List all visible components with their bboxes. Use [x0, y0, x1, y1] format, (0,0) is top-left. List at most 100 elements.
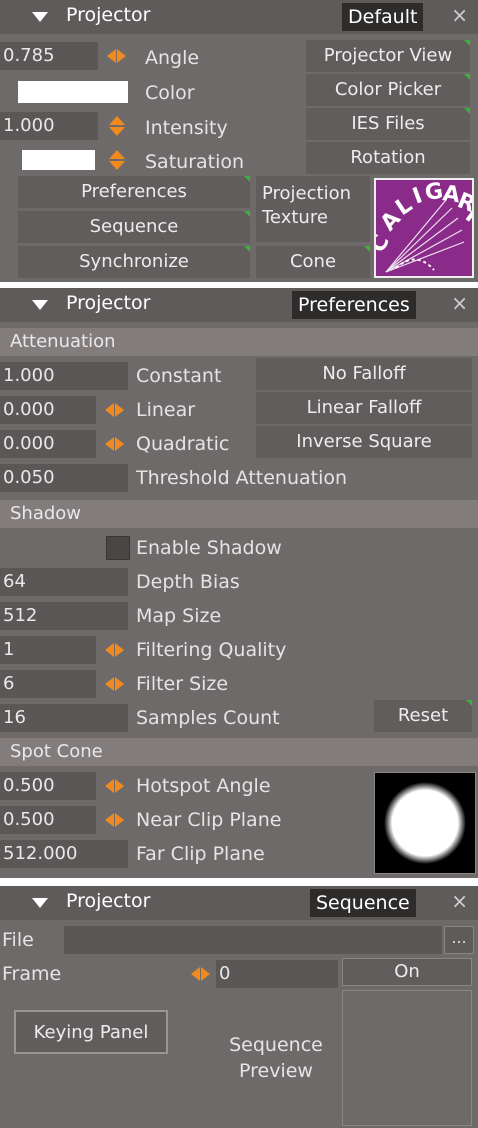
sequence-button[interactable]: Sequence	[18, 211, 250, 243]
file-path-field[interactable]	[64, 926, 442, 954]
cone-button[interactable]: Cone	[256, 246, 370, 278]
preferences-button[interactable]: Preferences	[18, 176, 250, 208]
keying-panel-label: Keying Panel	[33, 1022, 149, 1043]
ies-files-button[interactable]: IES Files	[306, 108, 470, 140]
rotation-label: Rotation	[350, 147, 426, 168]
reset-button[interactable]: Reset	[374, 700, 472, 732]
rotation-button[interactable]: Rotation	[306, 142, 470, 174]
far-clip-plane-field[interactable]: 512.000	[0, 840, 128, 868]
corner-indicator-icon	[244, 246, 250, 252]
sequence-preview-area	[342, 990, 472, 1126]
near-clip-plane-field[interactable]: 0.500	[0, 806, 96, 834]
preferences-label: Preferences	[81, 181, 187, 202]
on-button[interactable]: On	[342, 958, 472, 986]
linear-spinner-icon[interactable]	[104, 399, 126, 421]
frame-field[interactable]: 0	[216, 960, 338, 988]
close-icon[interactable]: ×	[451, 3, 468, 27]
linear-label: Linear	[136, 399, 196, 421]
saturation-swatch[interactable]	[22, 150, 95, 170]
corner-indicator-icon	[244, 211, 250, 217]
angle-field[interactable]: 0.785	[0, 42, 98, 70]
threshold-attenuation-field[interactable]: 0.050	[0, 464, 128, 492]
filter-size-field[interactable]: 6	[0, 670, 96, 698]
panel-header: Projector Sequence ×	[0, 886, 478, 920]
corner-indicator-icon	[464, 40, 470, 46]
filter-size-spinner-icon[interactable]	[104, 673, 126, 695]
panel-title: Projector	[66, 890, 151, 912]
projector-view-label: Projector View	[323, 45, 453, 66]
no-falloff-button[interactable]: No Falloff	[256, 358, 472, 390]
filtering-quality-label: Filtering Quality	[136, 639, 287, 661]
corner-indicator-icon	[244, 176, 250, 182]
filtering-quality-field[interactable]: 1	[0, 636, 96, 664]
intensity-field[interactable]: 1.000	[0, 112, 98, 140]
depth-bias-label: Depth Bias	[136, 571, 240, 593]
synchronize-label: Synchronize	[79, 251, 189, 272]
color-picker-button[interactable]: Color Picker	[306, 74, 470, 106]
shadow-section-header: Shadow	[0, 500, 478, 528]
collapse-arrow-icon[interactable]	[32, 300, 48, 310]
filtering-quality-spinner-icon[interactable]	[104, 639, 126, 661]
keying-panel-button[interactable]: Keying Panel	[14, 1010, 168, 1054]
browse-button[interactable]: ...	[444, 926, 474, 954]
filter-size-label: Filter Size	[136, 673, 229, 695]
close-icon[interactable]: ×	[451, 889, 468, 913]
reset-label: Reset	[397, 705, 449, 726]
color-swatch[interactable]	[18, 81, 128, 103]
sequence-preview-line2: Preview	[239, 1060, 313, 1082]
tab-preferences[interactable]: Preferences	[292, 291, 416, 319]
projector-preferences-panel: Projector Preferences × Attenuation 1.00…	[0, 288, 478, 878]
linear-falloff-label: Linear Falloff	[306, 397, 422, 418]
near-clip-plane-spinner-icon[interactable]	[104, 809, 126, 831]
sequence-preview-caption: Sequence Preview	[206, 1032, 346, 1084]
close-icon[interactable]: ×	[451, 291, 468, 315]
tab-default[interactable]: Default	[342, 3, 424, 31]
frame-spinner-icon[interactable]	[190, 963, 212, 985]
linear-field[interactable]: 0.000	[0, 396, 96, 424]
panel-title: Projector	[66, 292, 151, 314]
constant-label: Constant	[136, 365, 222, 387]
attenuation-section-header: Attenuation	[0, 328, 478, 356]
map-size-field[interactable]: 512	[0, 602, 128, 630]
hotspot-angle-field[interactable]: 0.500	[0, 772, 96, 800]
spot-cone-preview	[374, 772, 476, 874]
hotspot-angle-spinner-icon[interactable]	[104, 775, 126, 797]
projection-texture-button[interactable]: Projection Texture	[256, 176, 370, 242]
corner-indicator-icon	[364, 246, 370, 252]
color-label: Color	[145, 82, 195, 104]
linear-falloff-button[interactable]: Linear Falloff	[256, 392, 472, 424]
enable-shadow-checkbox[interactable]	[106, 536, 130, 560]
intensity-spinner-icon[interactable]	[106, 114, 128, 138]
samples-count-field[interactable]: 16	[0, 704, 128, 732]
intensity-label: Intensity	[145, 117, 228, 139]
on-label: On	[394, 961, 420, 982]
panel-header: Projector Default ×	[0, 0, 478, 34]
angle-label: Angle	[145, 47, 200, 69]
constant-field[interactable]: 1.000	[0, 362, 128, 390]
far-clip-plane-label: Far Clip Plane	[136, 843, 265, 865]
collapse-arrow-icon[interactable]	[32, 12, 48, 22]
corner-indicator-icon	[464, 108, 470, 114]
saturation-spinner-icon[interactable]	[106, 148, 128, 172]
no-falloff-label: No Falloff	[322, 363, 406, 384]
corner-indicator-icon	[464, 74, 470, 80]
spotlight-preview-icon	[384, 782, 466, 864]
ies-files-label: IES Files	[351, 113, 425, 134]
quadratic-label: Quadratic	[136, 433, 230, 455]
projection-texture-thumbnail[interactable]: C A L I G A R I	[365, 178, 478, 278]
synchronize-button[interactable]: Synchronize	[18, 246, 250, 278]
color-picker-label: Color Picker	[334, 79, 442, 100]
projector-view-button[interactable]: Projector View	[306, 40, 470, 72]
collapse-arrow-icon[interactable]	[32, 898, 48, 908]
inverse-square-button[interactable]: Inverse Square	[256, 426, 472, 458]
depth-bias-field[interactable]: 64	[0, 568, 128, 596]
threshold-attenuation-label: Threshold Attenuation	[136, 467, 348, 489]
quadratic-field[interactable]: 0.000	[0, 430, 96, 458]
panel-header: Projector Preferences ×	[0, 288, 478, 322]
projector-sequence-panel: Projector Sequence × File ... Frame 0 On…	[0, 886, 478, 1128]
angle-spinner-icon[interactable]	[106, 45, 128, 67]
quadratic-spinner-icon[interactable]	[104, 433, 126, 455]
cone-label: Cone	[289, 251, 337, 272]
tab-sequence[interactable]: Sequence	[310, 889, 416, 917]
caligari-logo-icon: C A L I G A R I	[365, 179, 478, 273]
